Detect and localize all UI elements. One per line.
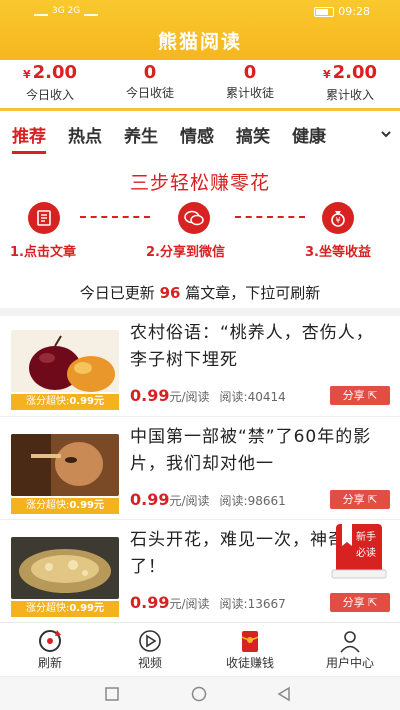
reward-badge: 涨分超快:0.99元 (11, 498, 119, 514)
step-connector (80, 216, 150, 218)
currency-symbol: ¥ (322, 68, 331, 81)
price-unit: 元/阅读 (169, 390, 210, 404)
stat-label: 累计收徒 (225, 86, 274, 100)
share-icon: ⇱ (368, 389, 378, 402)
price-unit: 元/阅读 (169, 597, 210, 611)
step-2-label: 2.分享到微信 (146, 245, 225, 260)
share-icon: ⇱ (368, 493, 378, 506)
update-count: 96 (159, 284, 181, 302)
stat-label: 今日收徒 (125, 86, 174, 100)
nav-user-center[interactable]: 用户中心 (300, 623, 400, 674)
app-screen: 3G 2G 09:28 熊猫阅读 ¥2.00 今日收入 0 今日收徒 0 累计收… (0, 0, 400, 710)
user-icon (340, 631, 360, 653)
promo-title: 三步轻松赚零花 (129, 172, 270, 194)
read-count: 阅读:40414 (219, 390, 286, 404)
article-thumbnail (11, 434, 119, 496)
novice-guide-button[interactable]: 新手 必读 (330, 520, 388, 582)
step-1-label: 1.点击文章 (10, 245, 76, 260)
novice-label-1: 新手 (356, 532, 376, 543)
stat-label: 今日收入 (25, 88, 74, 102)
article-meta: 0.99元/阅读 阅读:13667 (130, 593, 286, 612)
article-icon (28, 202, 60, 234)
status-time: 09:28 (338, 5, 370, 18)
tab-emotion[interactable]: 情感 (168, 122, 224, 147)
tab-recommend[interactable]: 推荐 (0, 122, 56, 154)
article-item[interactable]: 涨分超快:0.99元 中国第一部被“禁”了60年的影片，我们却对他一 0.99元… (0, 416, 400, 520)
update-notice: 今日已更新 96 篇文章，下拉可刷新 (0, 282, 400, 303)
refresh-icon (39, 630, 61, 652)
article-title[interactable]: 中国第一部被“禁”了60年的影片，我们却对他一 (130, 424, 375, 478)
earnings-stats: ¥2.00 今日收入 0 今日收徒 0 累计收徒 ¥2.00 累计收入 (0, 62, 400, 106)
red-envelope-icon (241, 631, 259, 652)
play-icon (139, 630, 161, 652)
read-count: 阅读:98661 (219, 494, 286, 508)
page-title: 熊猫阅读 (157, 31, 242, 53)
stat-today-income[interactable]: ¥2.00 今日收入 (0, 62, 100, 106)
stat-total-income[interactable]: ¥2.00 累计收入 (300, 62, 400, 106)
status-bar: 3G 2G 09:28 (0, 3, 400, 21)
article-meta: 0.99元/阅读 阅读:40414 (130, 386, 286, 405)
share-button[interactable]: 分享 ⇱ (330, 593, 390, 612)
stat-label: 累计收入 (325, 88, 374, 102)
back-icon[interactable] (276, 686, 292, 702)
tab-wellness[interactable]: 养生 (112, 122, 168, 147)
article-item[interactable]: 涨分超快:0.99元 农村俗语：“桃养人，杏伤人，李子树下埋死 0.99元/阅读… (0, 312, 400, 416)
stat-value: 0 (143, 62, 157, 83)
chevron-down-icon[interactable] (380, 128, 392, 140)
battery-icon (314, 6, 335, 17)
price-unit: 元/阅读 (169, 494, 210, 508)
nav-label: 视频 (137, 656, 162, 670)
article-thumbnail (11, 330, 119, 392)
svg-text:¥: ¥ (335, 216, 340, 225)
article-title[interactable]: 农村俗语：“桃养人，杏伤人，李子树下埋死 (130, 320, 375, 374)
home-icon[interactable] (190, 686, 208, 702)
recent-apps-icon[interactable] (104, 686, 120, 702)
stat-today-apprentices[interactable]: 0 今日收徒 (100, 62, 200, 106)
update-prefix: 今日已更新 (79, 284, 155, 302)
status-right: 09:28 (314, 5, 370, 18)
novice-label-2: 必读 (356, 548, 376, 559)
reward-badge: 涨分超快:0.99元 (11, 394, 119, 410)
article-meta: 0.99元/阅读 阅读:98661 (130, 490, 286, 509)
stat-value: 0 (243, 62, 257, 83)
signal-indicators: 3G 2G (34, 6, 99, 16)
system-navigation-bar (0, 676, 400, 710)
money-bag-icon: ¥ (322, 202, 354, 234)
app-header: 3G 2G 09:28 熊猫阅读 (0, 0, 400, 60)
step-3-label: 3.坐等收益 (305, 245, 371, 260)
currency-symbol: ¥ (22, 68, 31, 81)
reward-badge: 涨分超快:0.99元 (11, 601, 119, 617)
wifi-icon (84, 7, 99, 16)
nav-label: 收徒赚钱 (225, 656, 274, 670)
bottom-navigation: 刷新 视频 收徒赚钱 用户中心 (0, 622, 400, 674)
tab-funny[interactable]: 搞笑 (224, 122, 280, 147)
tab-hot[interactable]: 热点 (56, 122, 112, 147)
share-icon: ⇱ (368, 596, 378, 609)
article-price: 0.99 (130, 593, 170, 612)
step-connector (235, 216, 305, 218)
tab-health[interactable]: 健康 (280, 122, 336, 147)
signal-icon (34, 7, 48, 16)
header-divider (0, 108, 400, 111)
stat-total-apprentices[interactable]: 0 累计收徒 (200, 62, 300, 106)
update-suffix: 篇文章，下拉可刷新 (185, 284, 321, 302)
article-thumbnail (11, 537, 119, 599)
read-count: 阅读:13667 (219, 597, 286, 611)
article-price: 0.99 (130, 386, 170, 405)
nav-apprentice[interactable]: 收徒赚钱 (200, 623, 300, 674)
wechat-icon (178, 202, 210, 234)
stat-value: 2.00 (32, 62, 78, 83)
stat-value: 2.00 (332, 62, 378, 83)
nav-label: 刷新 (37, 656, 62, 670)
category-tabs: 推荐 热点 养生 情感 搞笑 健康 (0, 116, 400, 154)
share-button[interactable]: 分享 ⇱ (330, 490, 390, 509)
network-type-text: 3G 2G (52, 6, 81, 16)
nav-label: 用户中心 (325, 656, 374, 670)
nav-video[interactable]: 视频 (100, 623, 200, 674)
share-button[interactable]: 分享 ⇱ (330, 386, 390, 405)
article-price: 0.99 (130, 490, 170, 509)
nav-refresh[interactable]: 刷新 (0, 623, 100, 674)
